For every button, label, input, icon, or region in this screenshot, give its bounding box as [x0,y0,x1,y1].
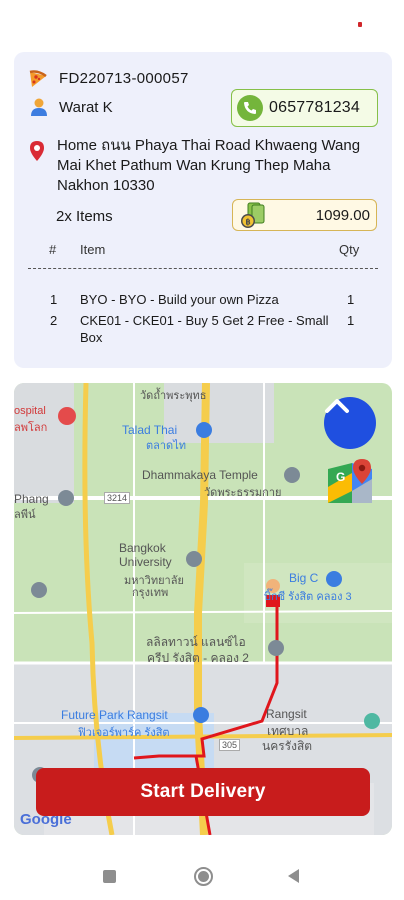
recent-apps-icon[interactable] [103,870,116,883]
customer-row: Warat K [28,96,113,118]
money-icon: ฿ [239,202,269,235]
map-label-road-305: 305 [219,739,241,751]
map-label-rangsit: Rangsit [266,707,307,721]
items-count: 2x Items [56,208,113,225]
pizza-icon [27,67,49,89]
phone-icon [237,95,263,121]
row-2-item: CKE01 - CKE01 - Buy 5 Get 2 Free - Small… [80,313,329,345]
back-icon[interactable] [288,869,299,883]
home-icon[interactable] [194,867,213,886]
table-divider [28,268,378,269]
map-label-future-park: Future Park Rangsit [61,708,168,722]
total-amount: 1099.00 [315,207,370,224]
map-label-talad-thai: Talad Thai [122,423,178,437]
status-indicator [358,22,362,27]
map-label-temple-th: วัดพระธรรมกาย [204,487,282,499]
map-label-phang-th: ลพีน์ [14,509,36,521]
map-label-hospital-th: ลพโลก [14,422,48,434]
svg-text:G: G [336,470,345,484]
delivery-address: Home ถนน Phaya Thai Road Khwaeng Wang Ma… [57,137,361,194]
map-label-phang: Phang [14,492,49,506]
row-2-number: 2 [50,313,58,328]
customer-name: Warat K [59,98,113,116]
row-1-item: BYO - BYO - Build your own Pizza [80,292,279,307]
order-total: ฿ 1099.00 [232,199,377,231]
open-google-maps-button[interactable]: G [324,457,376,509]
map-label-bigc: Big C [289,571,319,585]
map-label-talad-thai-th: ตลาดไท [146,440,186,452]
person-icon [28,96,50,118]
col-header-qty: Qty [339,242,360,257]
row-2-qty: 1 [347,313,355,328]
row-1-qty: 1 [347,292,355,307]
map-label-hospital: ospital [14,405,46,417]
map-label-bku: Bangkok University [119,541,172,569]
map-label-road-3214: 3214 [104,492,131,504]
order-number: FD220713-000057 [59,69,189,87]
svg-text:฿: ฿ [246,218,251,227]
map-label-temple: Dhammakaya Temple [142,468,258,482]
col-header-item: Item [80,242,106,257]
collapse-map-button[interactable] [324,397,376,449]
map-label-lalit2: ครีป รังสิต - คลอง 2 [147,651,249,665]
phone-number: 0657781234 [269,99,360,116]
map-label-bku-th2: กรุงเทพ [132,587,169,599]
start-delivery-button[interactable]: Start Delivery [36,768,370,816]
order-number-row: FD220713-000057 [27,67,189,89]
call-customer-button[interactable]: 0657781234 [231,89,378,127]
map-label-top: วัดถ้ำพระพุทธ [140,390,207,402]
order-card: FD220713-000057 Warat K 0657781234 Home … [14,52,392,368]
map-label-bigc-th: บิ๊กซี รังสิต คลอง 3 [264,591,352,603]
system-navigation-bar [0,854,404,900]
map-label-rangsit-th2: นครรังสิต [262,739,313,753]
col-header-number: # [49,242,57,257]
row-1-number: 1 [50,292,58,307]
location-pin-icon [28,140,50,162]
map-label-future-park-th: ฟิวเจอร์พาร์ค รังสิต [78,727,170,739]
